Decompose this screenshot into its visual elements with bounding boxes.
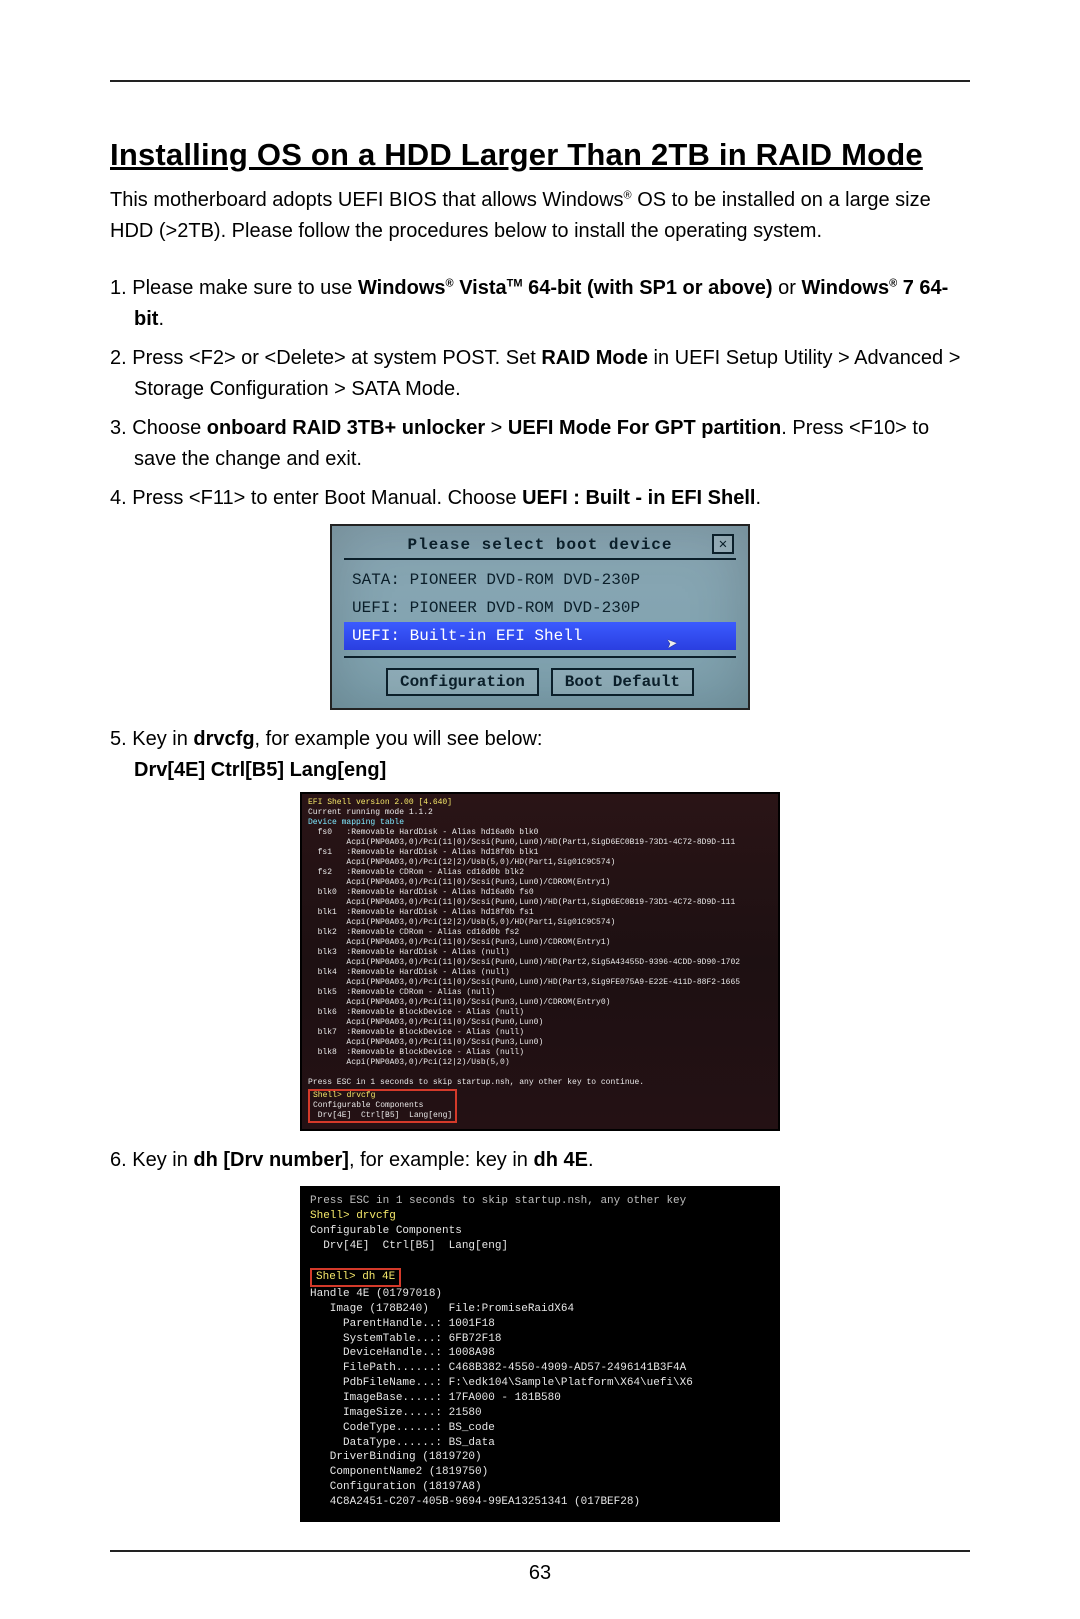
step-number: 2. xyxy=(110,347,132,369)
boot-dialog-title: Please select boot device xyxy=(407,536,672,554)
bold: onboard RAID 3TB+ unlocker xyxy=(207,417,485,439)
efi-shell-output-1: EFI Shell version 2.00 [4.640] Current r… xyxy=(300,792,780,1131)
step-2: 2. Press <F2> or <Delete> at system POST… xyxy=(110,343,970,405)
page-number: 63 xyxy=(110,1562,970,1585)
tm-mark: TM xyxy=(507,277,523,289)
bold: RAID Mode xyxy=(541,347,648,369)
step-text: . xyxy=(755,487,761,509)
bold: 64-bit (with SP1 or above) xyxy=(523,277,773,299)
bold: drvcfg xyxy=(193,728,254,750)
shell-line: Drv[4E] Ctrl[B5] Lang[eng] xyxy=(313,1111,452,1120)
bottom-rule xyxy=(110,1550,970,1552)
steps-list-cont2: 6. Key in dh [Drv number], for example: … xyxy=(110,1145,970,1176)
shell-prompt: Shell> drvcfg xyxy=(310,1210,396,1222)
step-text: Press <F2> or <Delete> at system POST. S… xyxy=(132,347,541,369)
bold: dh [Drv number] xyxy=(193,1149,349,1171)
cursor-icon: ➤ xyxy=(666,634,679,657)
step-number: 5. xyxy=(110,728,132,750)
shell-line: Configurable Components xyxy=(310,1225,462,1237)
step-text: , for example: key in xyxy=(349,1149,534,1171)
boot-dialog: Please select boot device ✕ SATA: PIONEE… xyxy=(330,524,750,710)
configuration-button[interactable]: Configuration xyxy=(386,668,539,696)
shell-line: Press ESC in 1 seconds to skip startup.n… xyxy=(308,1078,644,1087)
intro-text-pre: This motherboard adopts UEFI BIOS that a… xyxy=(110,189,624,211)
step-text: > xyxy=(485,417,508,439)
step-number: 6. xyxy=(110,1149,132,1171)
step-text: or xyxy=(773,277,802,299)
step-5: 5. Key in drvcfg, for example you will s… xyxy=(110,724,970,755)
screenshot-shell-1: EFI Shell version 2.00 [4.640] Current r… xyxy=(110,792,970,1131)
efi-shell-output-2: Press ESC in 1 seconds to skip startup.n… xyxy=(300,1186,780,1522)
bold: Vista xyxy=(454,277,507,299)
bold: UEFI : Built - in EFI Shell xyxy=(522,487,755,509)
shell-prompt: Shell> drvcfg xyxy=(313,1091,375,1100)
step-4: 4. Press <F11> to enter Boot Manual. Cho… xyxy=(110,483,970,514)
step-number: 4. xyxy=(110,487,132,509)
step-number: 3. xyxy=(110,417,132,439)
step-1: 1. Please make sure to use Windows® Vist… xyxy=(110,273,970,335)
shell-line: Drv[4E] Ctrl[B5] Lang[eng] xyxy=(310,1240,508,1252)
steps-list: 1. Please make sure to use Windows® Vist… xyxy=(110,273,970,514)
screenshot-boot-dialog: Please select boot device ✕ SATA: PIONEE… xyxy=(110,524,970,710)
intro-paragraph: This motherboard adopts UEFI BIOS that a… xyxy=(110,185,970,247)
shell-body: Handle 4E (01797018) Image (178B240) Fil… xyxy=(310,1288,693,1508)
step-text: . xyxy=(588,1149,594,1171)
steps-list-cont: 5. Key in drvcfg, for example you will s… xyxy=(110,724,970,755)
reg-mark: ® xyxy=(446,277,454,289)
shell-line: Press ESC in 1 seconds to skip startup.n… xyxy=(310,1195,686,1207)
shell-line: EFI Shell version 2.00 [4.640] xyxy=(308,798,452,807)
boot-default-button[interactable]: Boot Default xyxy=(551,668,694,696)
shell-prompt: Shell> dh 4E xyxy=(316,1271,395,1283)
drv-output-line: Drv[4E] Ctrl[B5] Lang[eng] xyxy=(110,759,970,782)
step-text: , for example you will see below: xyxy=(255,728,543,750)
bold: dh 4E xyxy=(534,1149,588,1171)
boot-item-uefi-dvd[interactable]: UEFI: PIONEER DVD-ROM DVD-230P xyxy=(344,594,736,622)
reg-mark: ® xyxy=(624,189,632,201)
document-page: Installing OS on a HDD Larger Than 2TB i… xyxy=(110,80,970,1552)
boot-item-sata[interactable]: SATA: PIONEER DVD-ROM DVD-230P xyxy=(344,566,736,594)
shell-line: Configurable Components xyxy=(313,1101,423,1110)
step-text: Press <F11> to enter Boot Manual. Choose xyxy=(132,487,522,509)
top-rule xyxy=(110,80,970,82)
screenshot-shell-2: Press ESC in 1 seconds to skip startup.n… xyxy=(110,1186,970,1522)
step-3: 3. Choose onboard RAID 3TB+ unlocker > U… xyxy=(110,413,970,475)
bold: UEFI Mode For GPT partition xyxy=(508,417,781,439)
step-text: Please make sure to use xyxy=(132,277,358,299)
step-text: Key in xyxy=(132,728,193,750)
shell-line: Device mapping table xyxy=(308,818,404,827)
reg-mark: ® xyxy=(889,277,897,289)
bold: Windows xyxy=(801,277,889,299)
bold: Windows xyxy=(358,277,446,299)
close-icon[interactable]: ✕ xyxy=(712,534,734,554)
shell-line: Current running mode 1.1.2 xyxy=(308,808,433,817)
step-6: 6. Key in dh [Drv number], for example: … xyxy=(110,1145,970,1176)
step-number: 1. xyxy=(110,277,132,299)
section-title: Installing OS on a HDD Larger Than 2TB i… xyxy=(110,137,970,173)
step-text: Choose xyxy=(132,417,207,439)
step-text: Key in xyxy=(132,1149,193,1171)
shell-map: fs0 :Removable HardDisk - Alias hd16a0b … xyxy=(308,828,740,1067)
step-text: . xyxy=(158,308,164,330)
